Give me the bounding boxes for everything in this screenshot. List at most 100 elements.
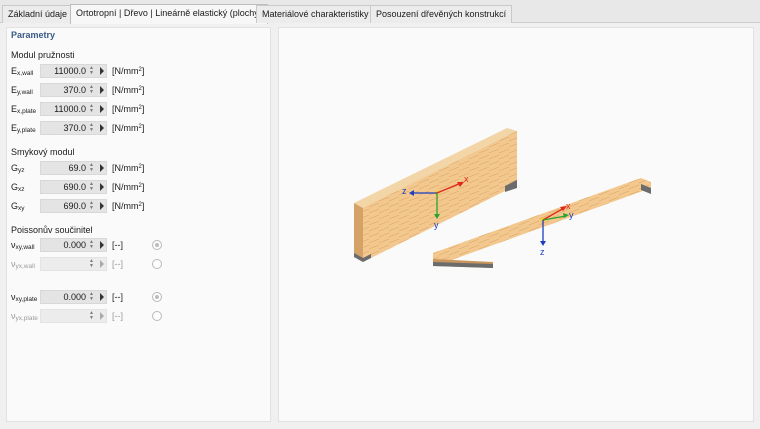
param-symbol: Gyz xyxy=(11,163,25,174)
expand-arrow-icon[interactable] xyxy=(100,241,104,249)
unit-label: [--] xyxy=(112,240,123,250)
expand-arrow-icon[interactable] xyxy=(100,183,104,191)
param-row-ey-wall: Ey,wall 370.0 ▲ ▼ [N/mm2] xyxy=(7,83,267,97)
tab-material-characteristics[interactable]: Materiálové charakteristiky xyxy=(256,5,375,23)
expand-arrow-icon[interactable] xyxy=(100,293,104,301)
param-symbol: νyx,wall xyxy=(11,259,36,270)
gxy-input[interactable]: 690.0 ▲ ▼ xyxy=(40,199,107,213)
wall-z-label: z xyxy=(402,186,407,196)
unit-label: [N/mm2] xyxy=(112,182,145,192)
preview-panel: x y z x y z xyxy=(278,27,754,422)
modulus-group-title: Modul pružnosti xyxy=(11,50,75,60)
field-value: 11000.0 xyxy=(54,66,86,76)
nu-xy-wall-input[interactable]: 0.000 ▲ ▼ xyxy=(40,238,107,252)
field-value: 0.000 xyxy=(63,240,86,250)
param-row-nu-yx-wall: νyx,wall ▲ ▼ [--] xyxy=(7,257,267,271)
spinner-icon[interactable]: ▲ ▼ xyxy=(89,311,95,323)
expand-arrow-icon[interactable] xyxy=(100,86,104,94)
param-symbol: Ex,plate xyxy=(11,104,37,115)
plate-z-label: z xyxy=(540,247,545,257)
field-value: 69.0 xyxy=(68,163,86,173)
unit-label: [N/mm2] xyxy=(112,201,145,211)
wall-x-label: x xyxy=(464,174,469,184)
param-row-gyz: Gyz 69.0 ▲ ▼ [N/mm2] xyxy=(7,161,267,175)
unit-label: [--] xyxy=(112,292,123,302)
param-row-ex-wall: Ex,wall 11000.0 ▲ ▼ [N/mm2] xyxy=(7,64,267,78)
spinner-icon[interactable]: ▲ ▼ xyxy=(89,182,95,194)
param-symbol: νxy,wall xyxy=(11,240,35,251)
spinner-icon[interactable]: ▲ ▼ xyxy=(89,163,95,175)
gyz-input[interactable]: 69.0 ▲ ▼ xyxy=(40,161,107,175)
spinner-icon[interactable]: ▲ ▼ xyxy=(89,104,95,116)
expand-arrow-icon[interactable] xyxy=(100,164,104,172)
spinner-icon[interactable]: ▲ ▼ xyxy=(89,292,95,304)
param-symbol: Ey,plate xyxy=(11,123,36,134)
ex-plate-input[interactable]: 11000.0 ▲ ▼ xyxy=(40,102,107,116)
ex-wall-input[interactable]: 11000.0 ▲ ▼ xyxy=(40,64,107,78)
param-row-nu-yx-plate: νyx,plate ▲ ▼ [--] xyxy=(7,309,267,323)
field-value: 690.0 xyxy=(63,182,86,192)
tab-label: Posouzení dřevěných konstrukcí xyxy=(376,9,507,19)
param-symbol: Gxy xyxy=(11,201,25,212)
wall-y-label: y xyxy=(434,220,439,230)
wall-side-face xyxy=(354,203,363,262)
unit-label: [N/mm2] xyxy=(112,163,145,173)
spinner-icon[interactable]: ▲ ▼ xyxy=(89,85,95,97)
tab-label: Materiálové charakteristiky xyxy=(262,9,369,19)
spinner-icon[interactable]: ▲ ▼ xyxy=(89,123,95,135)
tab-orthotropic[interactable]: Ortotropní | Dřevo | Lineárně elastický … xyxy=(70,4,268,24)
spinner-icon[interactable]: ▲ ▼ xyxy=(89,201,95,213)
expand-arrow-icon[interactable] xyxy=(100,67,104,75)
param-row-gxy: Gxy 690.0 ▲ ▼ [N/mm2] xyxy=(7,199,267,213)
tab-basic-data[interactable]: Základní údaje xyxy=(2,5,74,23)
field-value: 11000.0 xyxy=(54,104,86,114)
nu-xy-plate-input[interactable]: 0.000 ▲ ▼ xyxy=(40,290,107,304)
unit-label: [--] xyxy=(112,259,123,269)
unit-label: [N/mm2] xyxy=(112,85,145,95)
param-symbol: Ey,wall xyxy=(11,85,33,96)
param-row-ex-plate: Ex,plate 11000.0 ▲ ▼ [N/mm2] xyxy=(7,102,267,116)
field-value: 690.0 xyxy=(63,201,86,211)
nu-xy-plate-radio[interactable] xyxy=(152,292,162,302)
tab-label: Základní údaje xyxy=(8,9,68,19)
plate-z-arrow xyxy=(540,241,546,246)
spinner-icon[interactable]: ▲ ▼ xyxy=(89,240,95,252)
plate-y-label: y xyxy=(569,210,574,220)
model-preview-graphic: x y z x y z xyxy=(354,128,651,268)
tab-bar: Základní údaje Ortotropní | Dřevo | Line… xyxy=(0,0,760,24)
expand-arrow-icon[interactable] xyxy=(100,312,104,320)
expand-arrow-icon[interactable] xyxy=(100,202,104,210)
param-row-ey-plate: Ey,plate 370.0 ▲ ▼ [N/mm2] xyxy=(7,121,267,135)
tab-timber-design[interactable]: Posouzení dřevěných konstrukcí xyxy=(370,5,513,23)
nu-xy-wall-radio[interactable] xyxy=(152,240,162,250)
expand-arrow-icon[interactable] xyxy=(100,260,104,268)
nu-yx-plate-radio[interactable] xyxy=(152,311,162,321)
param-row-nu-xy-wall: νxy,wall 0.000 ▲ ▼ [--] xyxy=(7,238,267,252)
nu-yx-plate-input[interactable]: ▲ ▼ xyxy=(40,309,107,323)
unit-label: [N/mm2] xyxy=(112,66,145,76)
parameters-panel: Parametry Modul pružnosti Ex,wall 11000.… xyxy=(6,27,271,422)
unit-label: [N/mm2] xyxy=(112,104,145,114)
field-value: 370.0 xyxy=(63,85,86,95)
param-symbol: Gxz xyxy=(11,182,25,193)
expand-arrow-icon[interactable] xyxy=(100,105,104,113)
expand-arrow-icon[interactable] xyxy=(100,124,104,132)
unit-label: [N/mm2] xyxy=(112,123,145,133)
poisson-group-title: Poissonův součinitel xyxy=(11,225,93,235)
nu-yx-wall-radio[interactable] xyxy=(152,259,162,269)
ey-plate-input[interactable]: 370.0 ▲ ▼ xyxy=(40,121,107,135)
param-symbol: νxy,plate xyxy=(11,292,38,303)
field-value: 370.0 xyxy=(63,123,86,133)
ey-wall-input[interactable]: 370.0 ▲ ▼ xyxy=(40,83,107,97)
tab-label: Ortotropní | Dřevo | Lineárně elastický … xyxy=(76,8,262,18)
spinner-icon[interactable]: ▲ ▼ xyxy=(89,66,95,78)
shear-group-title: Smykový modul xyxy=(11,147,75,157)
gxz-input[interactable]: 690.0 ▲ ▼ xyxy=(40,180,107,194)
param-row-nu-xy-plate: νxy,plate 0.000 ▲ ▼ [--] xyxy=(7,290,267,304)
param-row-gxz: Gxz 690.0 ▲ ▼ [N/mm2] xyxy=(7,180,267,194)
spinner-icon[interactable]: ▲ ▼ xyxy=(89,259,95,271)
nu-yx-wall-input[interactable]: ▲ ▼ xyxy=(40,257,107,271)
section-title: Parametry xyxy=(11,30,56,40)
param-symbol: νyx,plate xyxy=(11,311,38,322)
field-value: 0.000 xyxy=(63,292,86,302)
